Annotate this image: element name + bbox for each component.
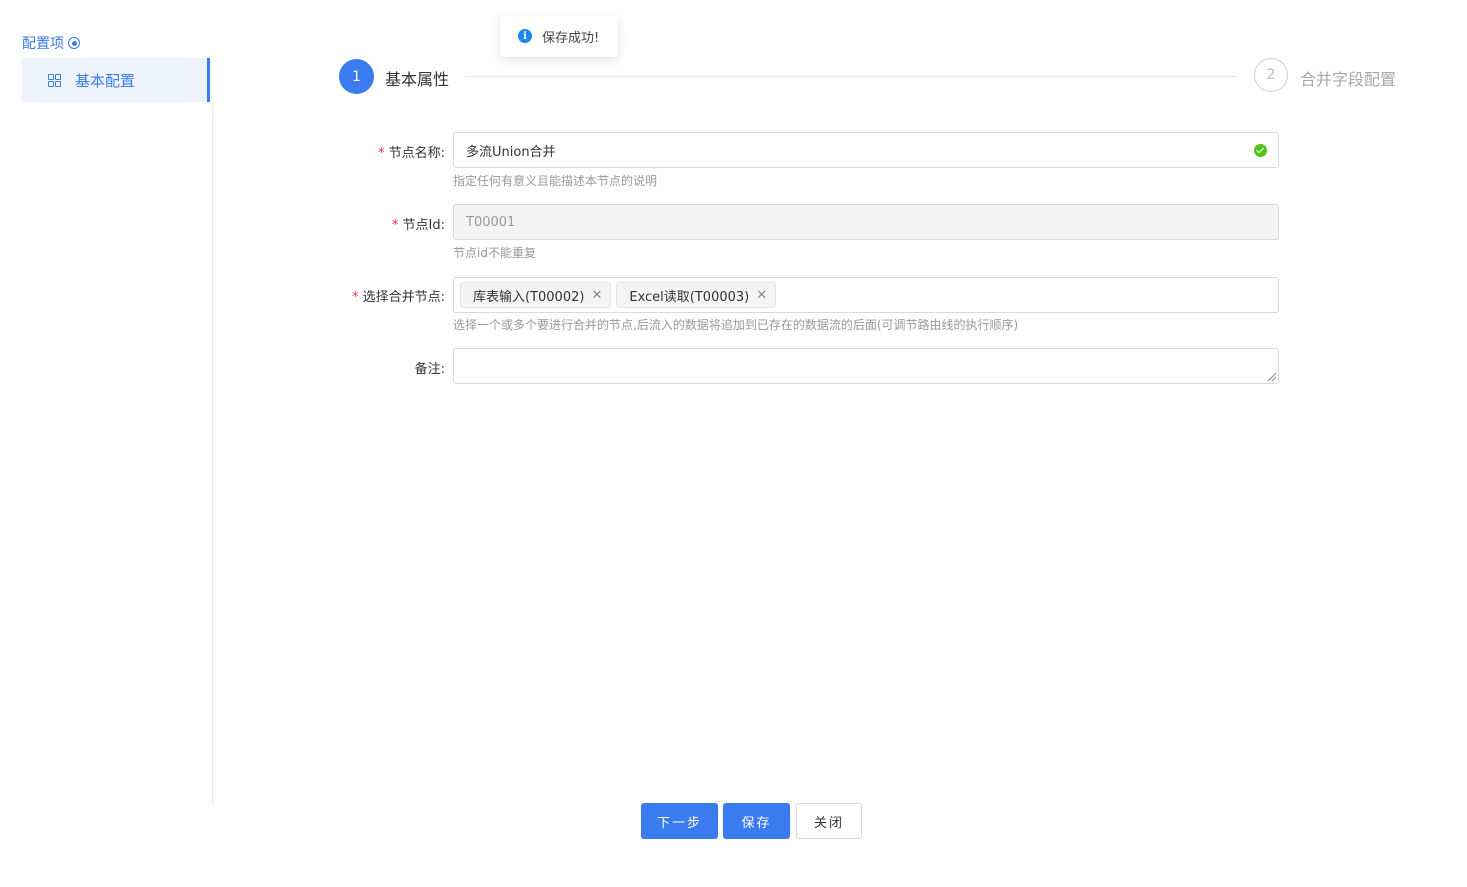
- node-name-label: * 节点名称:: [245, 142, 445, 161]
- selected-node-tag: Excel读取(T00003) ✕: [616, 282, 777, 308]
- merge-nodes-label-text: 选择合并节点:: [362, 290, 445, 305]
- remark-label-text: 备注:: [414, 362, 445, 377]
- step-2-indicator: 2: [1254, 58, 1288, 92]
- resize-handle-icon[interactable]: [1268, 373, 1276, 381]
- toast-message: i 保存成功!: [500, 15, 618, 57]
- grid-icon: [48, 73, 61, 87]
- node-name-value: 多流Union合并: [466, 144, 556, 160]
- merge-nodes-help: 选择一个或多个要进行合并的节点,后流入的数据将追加到已存在的数据流的后面(可调节…: [453, 318, 1019, 332]
- step-2-label: 合并字段配置: [1300, 70, 1397, 89]
- step-2-number: 2: [1266, 67, 1276, 83]
- sidebar-title-label: 配置项: [22, 36, 64, 52]
- required-mark: *: [378, 146, 385, 161]
- node-id-label-text: 节点Id:: [402, 218, 445, 233]
- sidebar-item-basic-config[interactable]: 基本配置: [22, 58, 210, 102]
- remark-textarea[interactable]: [453, 348, 1279, 384]
- step-1-indicator: 1: [339, 59, 374, 94]
- close-icon[interactable]: ✕: [591, 288, 602, 303]
- toast-text: 保存成功!: [542, 30, 600, 46]
- sidebar-title: 配置项: [22, 33, 80, 53]
- check-circle-icon: [1254, 144, 1267, 157]
- close-button[interactable]: 关闭: [796, 803, 862, 839]
- node-name-help: 指定任何有意义且能描述本节点的说明: [453, 174, 658, 188]
- tag-label: 库表输入(T00002): [473, 289, 585, 305]
- required-mark: *: [392, 218, 399, 233]
- info-icon: i: [518, 29, 532, 43]
- node-id-help: 节点id不能重复: [453, 246, 536, 260]
- next-step-button[interactable]: 下一步: [641, 803, 718, 839]
- merge-nodes-select[interactable]: 库表输入(T00002) ✕ Excel读取(T00003) ✕: [453, 277, 1279, 313]
- step-connector: [465, 76, 1236, 77]
- target-icon: [68, 37, 80, 49]
- node-id-label: * 节点Id:: [245, 214, 445, 233]
- node-name-label-text: 节点名称:: [388, 146, 445, 161]
- close-icon[interactable]: ✕: [756, 288, 767, 303]
- merge-nodes-label: * 选择合并节点:: [245, 286, 445, 305]
- save-button[interactable]: 保存: [723, 803, 790, 839]
- required-mark: *: [352, 290, 359, 305]
- sidebar-item-label: 基本配置: [75, 71, 136, 90]
- node-name-input[interactable]: 多流Union合并: [453, 132, 1279, 168]
- sidebar-divider: [212, 102, 213, 804]
- step-1-number: 1: [352, 68, 361, 85]
- tag-label: Excel读取(T00003): [629, 289, 750, 305]
- node-id-input: T00001: [453, 204, 1279, 240]
- step-1-label: 基本属性: [385, 70, 450, 89]
- remark-label: 备注:: [245, 358, 445, 377]
- node-id-value: T00001: [466, 214, 516, 230]
- selected-node-tag: 库表输入(T00002) ✕: [460, 282, 612, 308]
